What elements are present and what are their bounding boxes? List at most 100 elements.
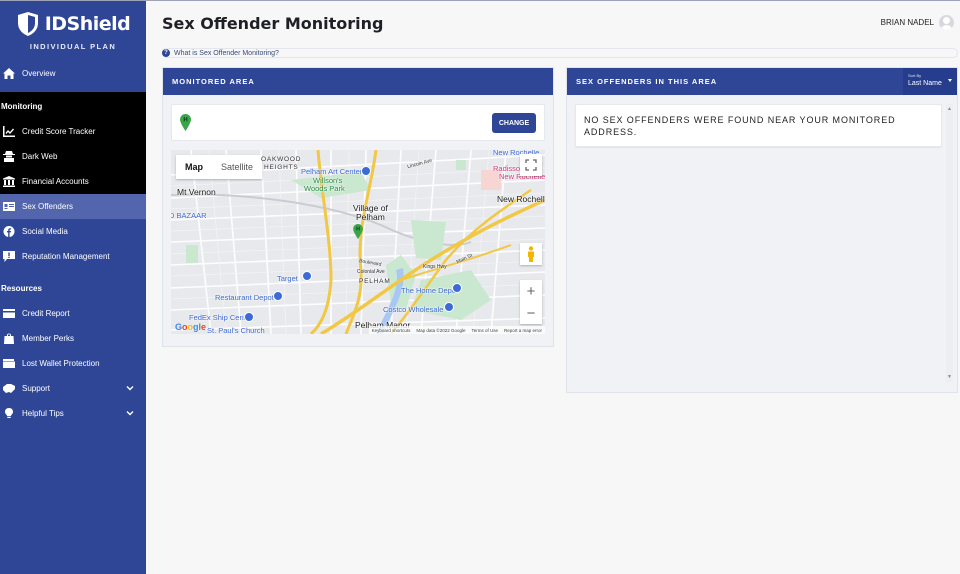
zoom-in-button[interactable]: + — [520, 280, 542, 302]
monitoring-section: Monitoring Credit Score Tracker Dark Web… — [0, 92, 146, 194]
poi-marker[interactable] — [452, 283, 462, 293]
map-label: D BAZAAR — [171, 211, 207, 220]
sidebar-item-dark-web[interactable]: Dark Web — [0, 144, 146, 169]
sidebar-item-financial-accounts[interactable]: Financial Accounts — [0, 169, 146, 194]
sidebar-item-member-perks[interactable]: Member Perks — [0, 326, 146, 351]
sidebar-item-credit-report[interactable]: Credit Report — [0, 301, 146, 326]
sidebar-item-label: Support — [22, 384, 51, 393]
change-address-button[interactable]: CHANGE — [492, 113, 536, 133]
map-attribution: Keyboard shortcuts Map data ©2022 Google… — [368, 326, 545, 334]
chevron-down-icon[interactable] — [126, 409, 134, 417]
avatar[interactable] — [939, 15, 954, 30]
sidebar-item-social-media[interactable]: Social Media — [0, 219, 146, 244]
offenders-list: NO SEX OFFENDERS WERE FOUND NEAR YOUR MO… — [575, 104, 942, 382]
map[interactable]: Map Satellite OAKWOOD HEIGHTS Pelham Art… — [171, 150, 545, 334]
offenders-panel: SEX OFFENDERS IN THIS AREA Sort By Last … — [566, 67, 958, 393]
report-map-error-link[interactable]: Report a map error — [504, 328, 542, 333]
zoom-out-button[interactable]: − — [520, 302, 542, 324]
offenders-scrollbar[interactable]: ▲ ▼ — [946, 104, 953, 382]
sidebar-item-sex-offenders[interactable]: Sex Offenders — [0, 194, 146, 219]
monitoring-heading: Monitoring — [1, 102, 43, 111]
help-link-text[interactable]: What is Sex Offender Monitoring? — [174, 50, 279, 57]
page-title: Sex Offender Monitoring — [162, 14, 384, 33]
sidebar-item-label: Sex Offenders — [22, 202, 73, 211]
map-label: Colonial Ave — [357, 269, 385, 275]
map-type-control: Map Satellite — [176, 155, 263, 179]
sidebar-item-helpful-tips[interactable]: Helpful Tips — [0, 401, 146, 426]
keyboard-shortcuts-link[interactable]: Keyboard shortcuts — [372, 328, 411, 333]
sidebar-item-label: Social Media — [22, 227, 68, 236]
svg-text:H: H — [183, 118, 187, 124]
map-label: PELHAM — [359, 278, 391, 285]
scroll-down-icon[interactable]: ▼ — [947, 374, 952, 380]
wallet-icon — [2, 358, 16, 370]
map-label: Pelham — [356, 212, 385, 222]
home-icon — [2, 68, 16, 80]
resources-heading: Resources — [1, 284, 42, 293]
chevron-down-icon[interactable] — [126, 384, 134, 392]
sidebar-item-label: Overview — [22, 69, 56, 78]
offenders-heading-text: SEX OFFENDERS IN THIS AREA — [576, 77, 718, 86]
map-label: OAKWOOD — [261, 156, 302, 163]
poi-marker[interactable] — [302, 271, 312, 281]
sidebar-item-label: Financial Accounts — [22, 177, 89, 186]
comment-alert-icon — [2, 251, 16, 263]
poi-marker[interactable] — [244, 312, 254, 322]
google-logo: Google — [175, 322, 207, 332]
sort-by-dropdown[interactable]: Sort By Last Name — [903, 68, 957, 95]
sidebar-item-label: Reputation Management — [22, 252, 110, 261]
map-label: Restaurant Depot — [215, 293, 274, 302]
handshake-icon — [2, 383, 16, 395]
zoom-control: + − — [520, 280, 542, 324]
shopping-bag-icon — [2, 333, 16, 345]
fullscreen-button[interactable] — [520, 154, 542, 176]
map-label: The Home Depot — [401, 286, 459, 295]
poi-marker[interactable] — [273, 291, 283, 301]
home-pin-icon[interactable]: H — [353, 224, 363, 239]
shield-logo-icon — [17, 12, 38, 36]
poi-marker[interactable] — [444, 302, 454, 312]
user-secret-icon — [2, 151, 16, 163]
map-label: Woods Park — [304, 184, 345, 193]
poi-marker[interactable] — [361, 166, 371, 176]
brand-name: IDShield — [44, 13, 131, 35]
sidebar-item-label: Credit Report — [22, 309, 70, 318]
brand-logo[interactable]: IDShield INDIVIDUAL PLAN — [0, 1, 146, 59]
monitored-area-panel: MONITORED AREA H CHANGE Map Satellite OA… — [162, 67, 554, 347]
chart-line-icon — [2, 126, 16, 138]
help-link[interactable]: ? What is Sex Offender Monitoring? — [162, 48, 958, 58]
map-label: St. Paul's Church — [207, 326, 265, 334]
map-label: New Rochelle — [497, 194, 545, 204]
sidebar-item-label: Dark Web — [22, 152, 58, 161]
offenders-heading: SEX OFFENDERS IN THIS AREA Sort By Last … — [567, 68, 957, 95]
sidebar-item-lost-wallet-protection[interactable]: Lost Wallet Protection — [0, 351, 146, 376]
lightbulb-icon — [2, 408, 16, 420]
sidebar-item-overview[interactable]: Overview — [0, 61, 146, 86]
facebook-icon — [2, 226, 16, 238]
question-circle-icon: ? — [162, 49, 170, 57]
sort-by-label: Sort By — [908, 73, 922, 78]
sidebar-item-label: Lost Wallet Protection — [22, 359, 100, 368]
fullscreen-icon — [525, 159, 537, 171]
sidebar-item-support[interactable]: Support — [0, 376, 146, 401]
svg-text:H: H — [356, 227, 360, 233]
sidebar: IDShield INDIVIDUAL PLAN Overview Monito… — [0, 1, 146, 574]
map-label: Target — [277, 274, 298, 283]
home-pin-icon: H — [180, 114, 191, 131]
sidebar-item-credit-score-tracker[interactable]: Credit Score Tracker — [0, 119, 146, 144]
terms-of-use-link[interactable]: Terms of Use — [471, 328, 498, 333]
street-view-pegman[interactable] — [520, 243, 542, 265]
empty-state-message: NO SEX OFFENDERS WERE FOUND NEAR YOUR MO… — [575, 104, 942, 147]
map-label: FedEx Ship Center — [189, 313, 253, 322]
map-label: Mt Vernon — [177, 187, 216, 197]
sidebar-item-reputation-management[interactable]: Reputation Management — [0, 244, 146, 269]
scroll-up-icon[interactable]: ▲ — [947, 106, 952, 112]
map-label: HEIGHTS — [264, 164, 299, 171]
user-name: BRIAN NADEL — [880, 18, 934, 27]
user-menu[interactable]: BRIAN NADEL — [881, 15, 954, 30]
map-label: Kings Hwy — [423, 264, 447, 270]
sidebar-item-label: Helpful Tips — [22, 409, 64, 418]
map-type-satellite[interactable]: Satellite — [212, 155, 262, 179]
sidebar-item-label: Member Perks — [22, 334, 75, 343]
map-type-map[interactable]: Map — [176, 155, 212, 179]
